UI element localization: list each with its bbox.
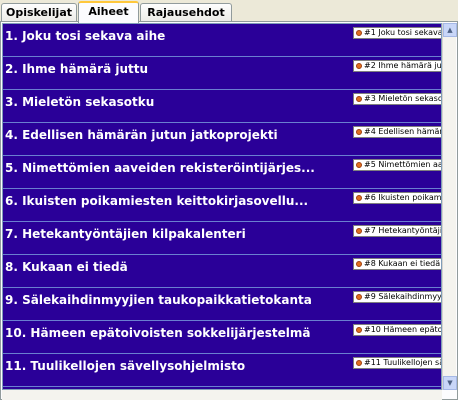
tab-aiheet[interactable]: Aiheet: [78, 1, 139, 23]
topic-tag: #10 Hämeen epätoivoisten: [353, 324, 441, 336]
orange-dot-icon: [356, 260, 362, 267]
topic-tag: #7 Hetekantyöntäjien: [353, 225, 442, 237]
topic-title: 9. Sälekaihdinmyyjien taukopaikkatietoka…: [5, 293, 312, 307]
list-item[interactable]: 11. Tuulikellojen sävellysohjelmisto #11 …: [3, 354, 441, 387]
tab-opiskelijat[interactable]: Opiskelijat: [1, 3, 77, 22]
list-item[interactable]: 4. Edellisen hämärän jutun jatkoprojekti…: [3, 123, 442, 156]
tab-label: Opiskelijat: [5, 6, 73, 19]
list-item[interactable]: 1. Joku tosi sekava aihe #1 Joku tosi sek…: [3, 24, 442, 57]
topic-tag-label: #1 Joku tosi sekava aihe: [364, 28, 442, 37]
list-item[interactable]: 9. Sälekaihdinmyyjien taukopaikkatietoka…: [3, 288, 442, 321]
orange-dot-icon: [356, 62, 362, 69]
list-item[interactable]: 7. Hetekantyöntäjien kilpakalenteri #7 He…: [3, 222, 442, 255]
topic-title: 6. Ikuisten poikamiesten keittokirjasove…: [5, 194, 309, 208]
topic-title: 4. Edellisen hämärän jutun jatkoprojekti: [5, 128, 278, 142]
list-item[interactable]: 2. Ihme hämärä juttu #2 Ihme hämärä juttu: [3, 57, 442, 90]
tab-label: Aiheet: [88, 5, 129, 18]
topic-tag-label: #3 Mieletön sekasotku: [364, 94, 442, 103]
topic-title: 10. Hämeen epätoivoisten sokkelijärjeste…: [5, 326, 311, 340]
topic-title: 1. Joku tosi sekava aihe: [5, 29, 166, 43]
list-item[interactable]: 3. Mieletön sekasotku #3 Mieletön sekasot…: [3, 90, 442, 123]
topic-tag-label: #9 Sälekaihdinmyyjien: [364, 292, 442, 301]
topic-tag-label: #8 Kukaan ei tiedä: [364, 259, 441, 268]
orange-dot-icon: [356, 95, 362, 102]
topic-tag: #3 Mieletön sekasotku: [353, 93, 442, 105]
topic-tag-label: #4 Edellisen hämärän jutun: [364, 127, 442, 136]
orange-dot-icon: [356, 128, 362, 135]
topic-tag-label: #10 Hämeen epätoivoisten: [364, 325, 441, 334]
topic-tag: #6 Ikuisten poikamiesten: [353, 192, 442, 204]
orange-dot-icon: [356, 29, 362, 36]
horizontal-scrollbar[interactable]: [2, 390, 442, 400]
topic-tag-label: #2 Ihme hämärä juttu: [364, 61, 442, 70]
arrow-down-icon[interactable]: ▼: [443, 376, 457, 390]
orange-dot-icon: [356, 293, 362, 300]
list-item[interactable]: 6. Ikuisten poikamiesten keittokirjasove…: [3, 189, 442, 222]
orange-dot-icon: [356, 359, 362, 366]
orange-dot-icon: [356, 326, 362, 333]
topic-title: 7. Hetekantyöntäjien kilpakalenteri: [5, 227, 246, 241]
tab-rajausehdot[interactable]: Rajausehdot: [140, 3, 232, 22]
orange-dot-icon: [356, 194, 362, 201]
list-item[interactable]: 8. Kukaan ei tiedä #8 Kukaan ei tiedä: [3, 255, 441, 288]
topic-title: 11. Tuulikellojen sävellysohjelmisto: [5, 359, 246, 373]
topic-title: 3. Mieletön sekasotku: [5, 95, 155, 109]
tab-bar: Opiskelijat Aiheet Rajausehdot: [0, 0, 458, 23]
list-item[interactable]: 5. Nimettömien aaveiden rekisteröintijär…: [3, 156, 442, 189]
topic-tag-label: #5 Nimettömien aaveiden: [364, 160, 442, 169]
topic-list[interactable]: 1. Joku tosi sekava aihe #1 Joku tosi sek…: [2, 23, 442, 390]
topic-tag: #2 Ihme hämärä juttu: [353, 60, 442, 72]
topic-tag-label: #7 Hetekantyöntäjien: [364, 226, 442, 235]
topic-tag: #1 Joku tosi sekava aihe: [353, 27, 442, 39]
topic-tag: #8 Kukaan ei tiedä: [353, 258, 441, 270]
topic-title: 5. Nimettömien aaveiden rekisteröintijär…: [5, 161, 315, 175]
topic-title: 2. Ihme hämärä juttu: [5, 62, 149, 76]
vertical-scrollbar[interactable]: ▲ ▼: [442, 23, 457, 390]
topic-tag: #5 Nimettömien aaveiden: [353, 159, 442, 171]
topic-tag: #11 Tuulikellojen sävellys: [353, 357, 441, 369]
topic-title: 8. Kukaan ei tiedä: [5, 260, 128, 274]
orange-dot-icon: [356, 161, 362, 168]
topic-tag: #9 Sälekaihdinmyyjien: [353, 291, 442, 303]
topic-tag-label: #6 Ikuisten poikamiesten: [364, 193, 442, 202]
topic-tag-label: #11 Tuulikellojen sävellys: [364, 358, 441, 367]
tab-label: Rajausehdot: [147, 6, 225, 19]
orange-dot-icon: [356, 227, 362, 234]
arrow-up-icon[interactable]: ▲: [443, 23, 457, 37]
list-item[interactable]: 10. Hämeen epätoivoisten sokkelijärjeste…: [3, 321, 441, 354]
topic-tag: #4 Edellisen hämärän jutun: [353, 126, 442, 138]
